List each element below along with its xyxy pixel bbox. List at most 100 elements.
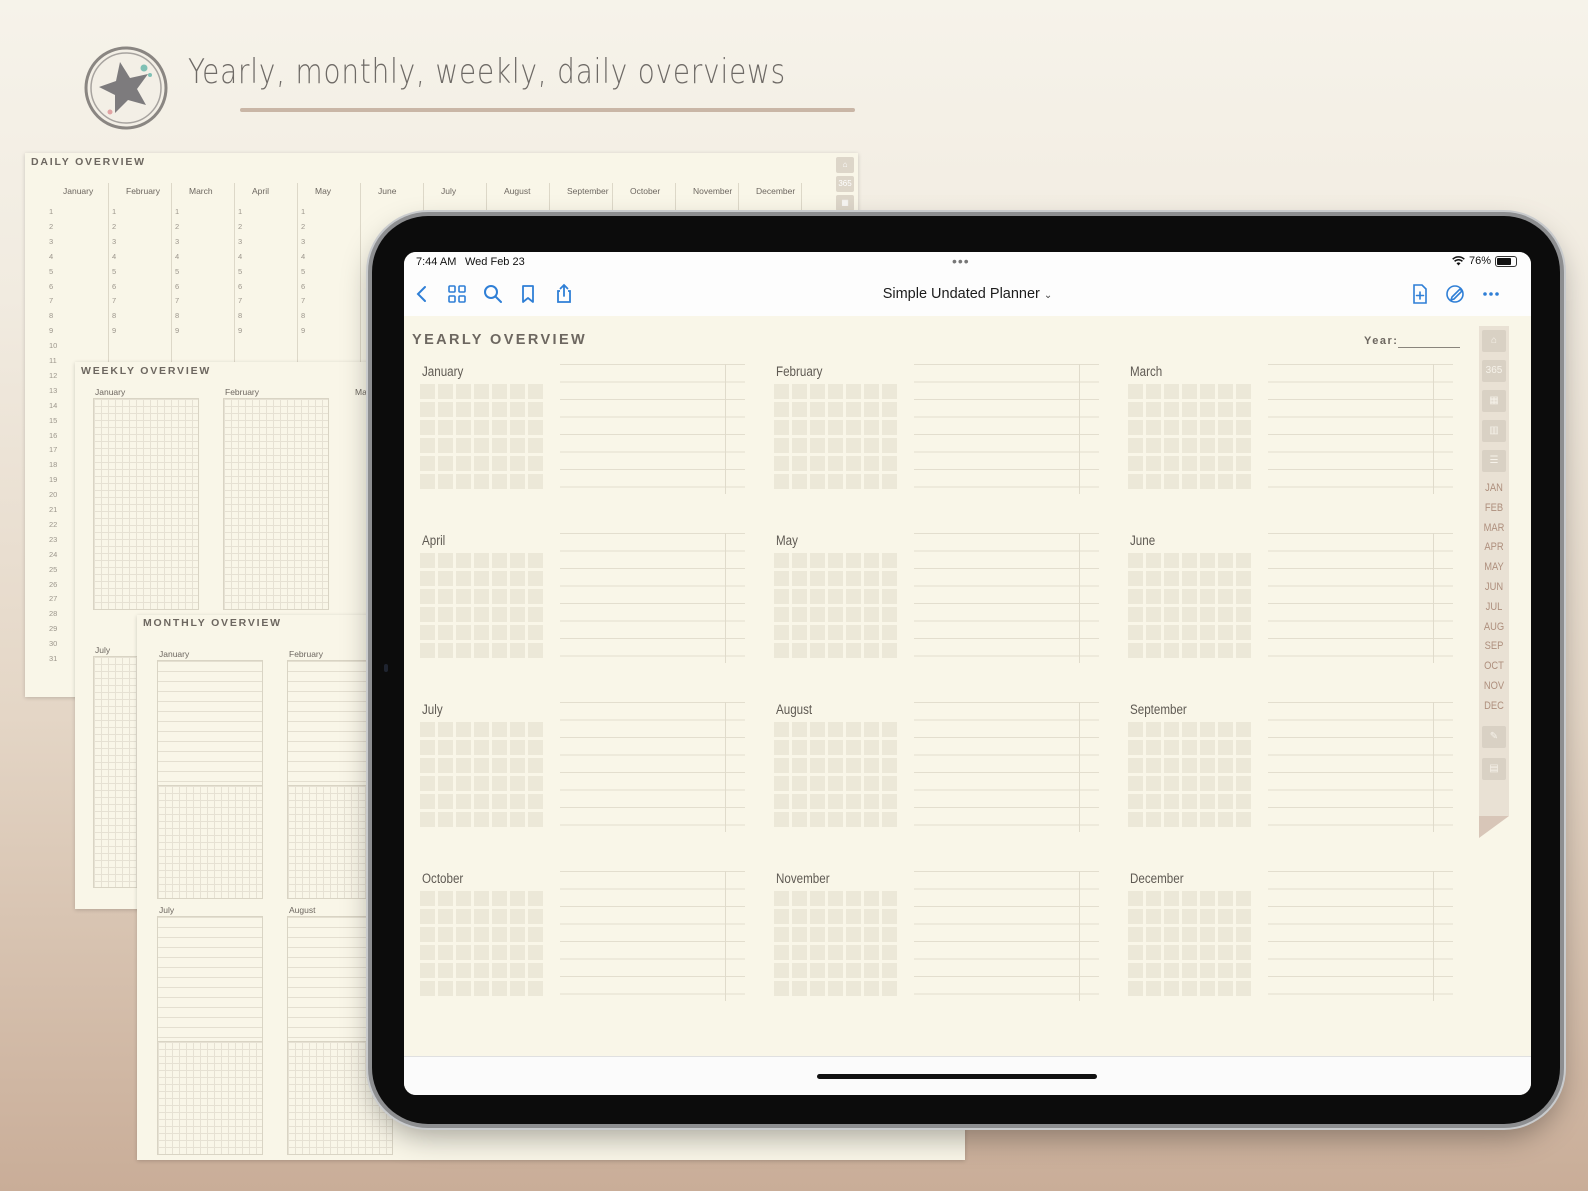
day-cell[interactable] [492, 812, 507, 827]
day-cell[interactable] [864, 909, 879, 924]
day-cell[interactable] [792, 571, 807, 586]
day-cell[interactable] [1236, 402, 1251, 417]
day-cell[interactable] [1236, 945, 1251, 960]
home-indicator[interactable] [817, 1074, 1097, 1079]
day-cell[interactable] [864, 981, 879, 996]
day-cell[interactable] [492, 794, 507, 809]
day-cell[interactable] [792, 776, 807, 791]
day-cell[interactable] [1164, 643, 1179, 658]
day-cell[interactable] [1164, 945, 1179, 960]
day-cell[interactable] [1200, 722, 1215, 737]
day-cell[interactable] [420, 927, 435, 942]
day-cell[interactable] [1164, 474, 1179, 489]
day-cell[interactable] [846, 625, 861, 640]
day-cell[interactable] [528, 891, 543, 906]
side-tab-month[interactable]: MAY [1481, 561, 1507, 573]
day-cell[interactable] [438, 438, 453, 453]
day-cell[interactable] [1218, 740, 1233, 755]
day-cell[interactable] [1164, 722, 1179, 737]
day-cell[interactable] [474, 945, 489, 960]
day-cell[interactable] [882, 402, 897, 417]
day-cell[interactable] [474, 909, 489, 924]
day-cell[interactable] [474, 553, 489, 568]
day-cell[interactable] [792, 625, 807, 640]
day-cell[interactable] [828, 438, 843, 453]
day-cell[interactable] [864, 589, 879, 604]
day-cell[interactable] [1200, 776, 1215, 791]
day-cell[interactable] [810, 474, 825, 489]
day-cell[interactable] [1146, 474, 1161, 489]
day-cell[interactable] [774, 474, 789, 489]
day-cell[interactable] [1146, 722, 1161, 737]
day-cell[interactable] [1128, 945, 1143, 960]
multitasking-dots-icon[interactable]: ••• [952, 253, 970, 269]
day-cell[interactable] [1218, 625, 1233, 640]
day-cell[interactable] [846, 456, 861, 471]
day-cell[interactable] [510, 909, 525, 924]
day-cell[interactable] [456, 927, 471, 942]
day-cell[interactable] [510, 963, 525, 978]
day-cell[interactable] [882, 758, 897, 773]
day-cell[interactable] [1218, 776, 1233, 791]
day-cell[interactable] [1182, 909, 1197, 924]
day-cell[interactable] [528, 474, 543, 489]
day-cell[interactable] [438, 794, 453, 809]
day-cell[interactable] [1200, 571, 1215, 586]
side-tab-month[interactable]: JAN [1481, 482, 1507, 494]
day-cell[interactable] [456, 420, 471, 435]
day-cell[interactable] [882, 794, 897, 809]
day-cell[interactable] [438, 776, 453, 791]
day-cell[interactable] [492, 438, 507, 453]
day-cell[interactable] [1200, 625, 1215, 640]
day-cell[interactable] [810, 758, 825, 773]
add-page-icon[interactable] [1408, 282, 1432, 306]
day-cell[interactable] [1164, 963, 1179, 978]
day-cell[interactable] [1200, 758, 1215, 773]
day-cell[interactable] [1128, 927, 1143, 942]
day-cell[interactable] [846, 981, 861, 996]
day-cell[interactable] [1128, 963, 1143, 978]
day-cell[interactable] [1164, 384, 1179, 399]
day-cell[interactable] [528, 740, 543, 755]
day-cell[interactable] [474, 722, 489, 737]
day-cell[interactable] [792, 740, 807, 755]
day-cell[interactable] [1182, 607, 1197, 622]
day-cell[interactable] [828, 945, 843, 960]
day-cell[interactable] [474, 384, 489, 399]
day-cell[interactable] [882, 438, 897, 453]
day-cell[interactable] [792, 474, 807, 489]
day-cell[interactable] [828, 812, 843, 827]
day-cell[interactable] [528, 794, 543, 809]
day-cell[interactable] [810, 794, 825, 809]
day-cell[interactable] [438, 589, 453, 604]
month-notes[interactable] [914, 533, 1099, 663]
day-cell[interactable] [1146, 571, 1161, 586]
day-cell[interactable] [846, 812, 861, 827]
day-cell[interactable] [792, 384, 807, 399]
day-cell[interactable] [1236, 607, 1251, 622]
day-cell[interactable] [510, 456, 525, 471]
day-cell[interactable] [420, 384, 435, 399]
day-cell[interactable] [1128, 758, 1143, 773]
day-cell[interactable] [882, 740, 897, 755]
day-cell[interactable] [456, 981, 471, 996]
pages-tab-icon[interactable]: ▤ [1482, 758, 1506, 780]
day-cell[interactable] [1146, 812, 1161, 827]
day-cell[interactable] [810, 384, 825, 399]
day-cell[interactable] [810, 963, 825, 978]
day-cell[interactable] [492, 776, 507, 791]
day-cell[interactable] [828, 794, 843, 809]
day-cell[interactable] [846, 740, 861, 755]
day-cell[interactable] [1164, 571, 1179, 586]
day-cell[interactable] [1164, 794, 1179, 809]
day-cell[interactable] [1146, 553, 1161, 568]
day-cell[interactable] [1236, 571, 1251, 586]
day-cell[interactable] [810, 402, 825, 417]
day-cell[interactable] [1200, 643, 1215, 658]
day-cell[interactable] [1236, 474, 1251, 489]
day-cell[interactable] [846, 963, 861, 978]
day-cell[interactable] [882, 722, 897, 737]
side-tab-month[interactable]: AUG [1481, 621, 1507, 633]
day-cell[interactable] [420, 963, 435, 978]
month-notes[interactable] [1268, 533, 1453, 663]
